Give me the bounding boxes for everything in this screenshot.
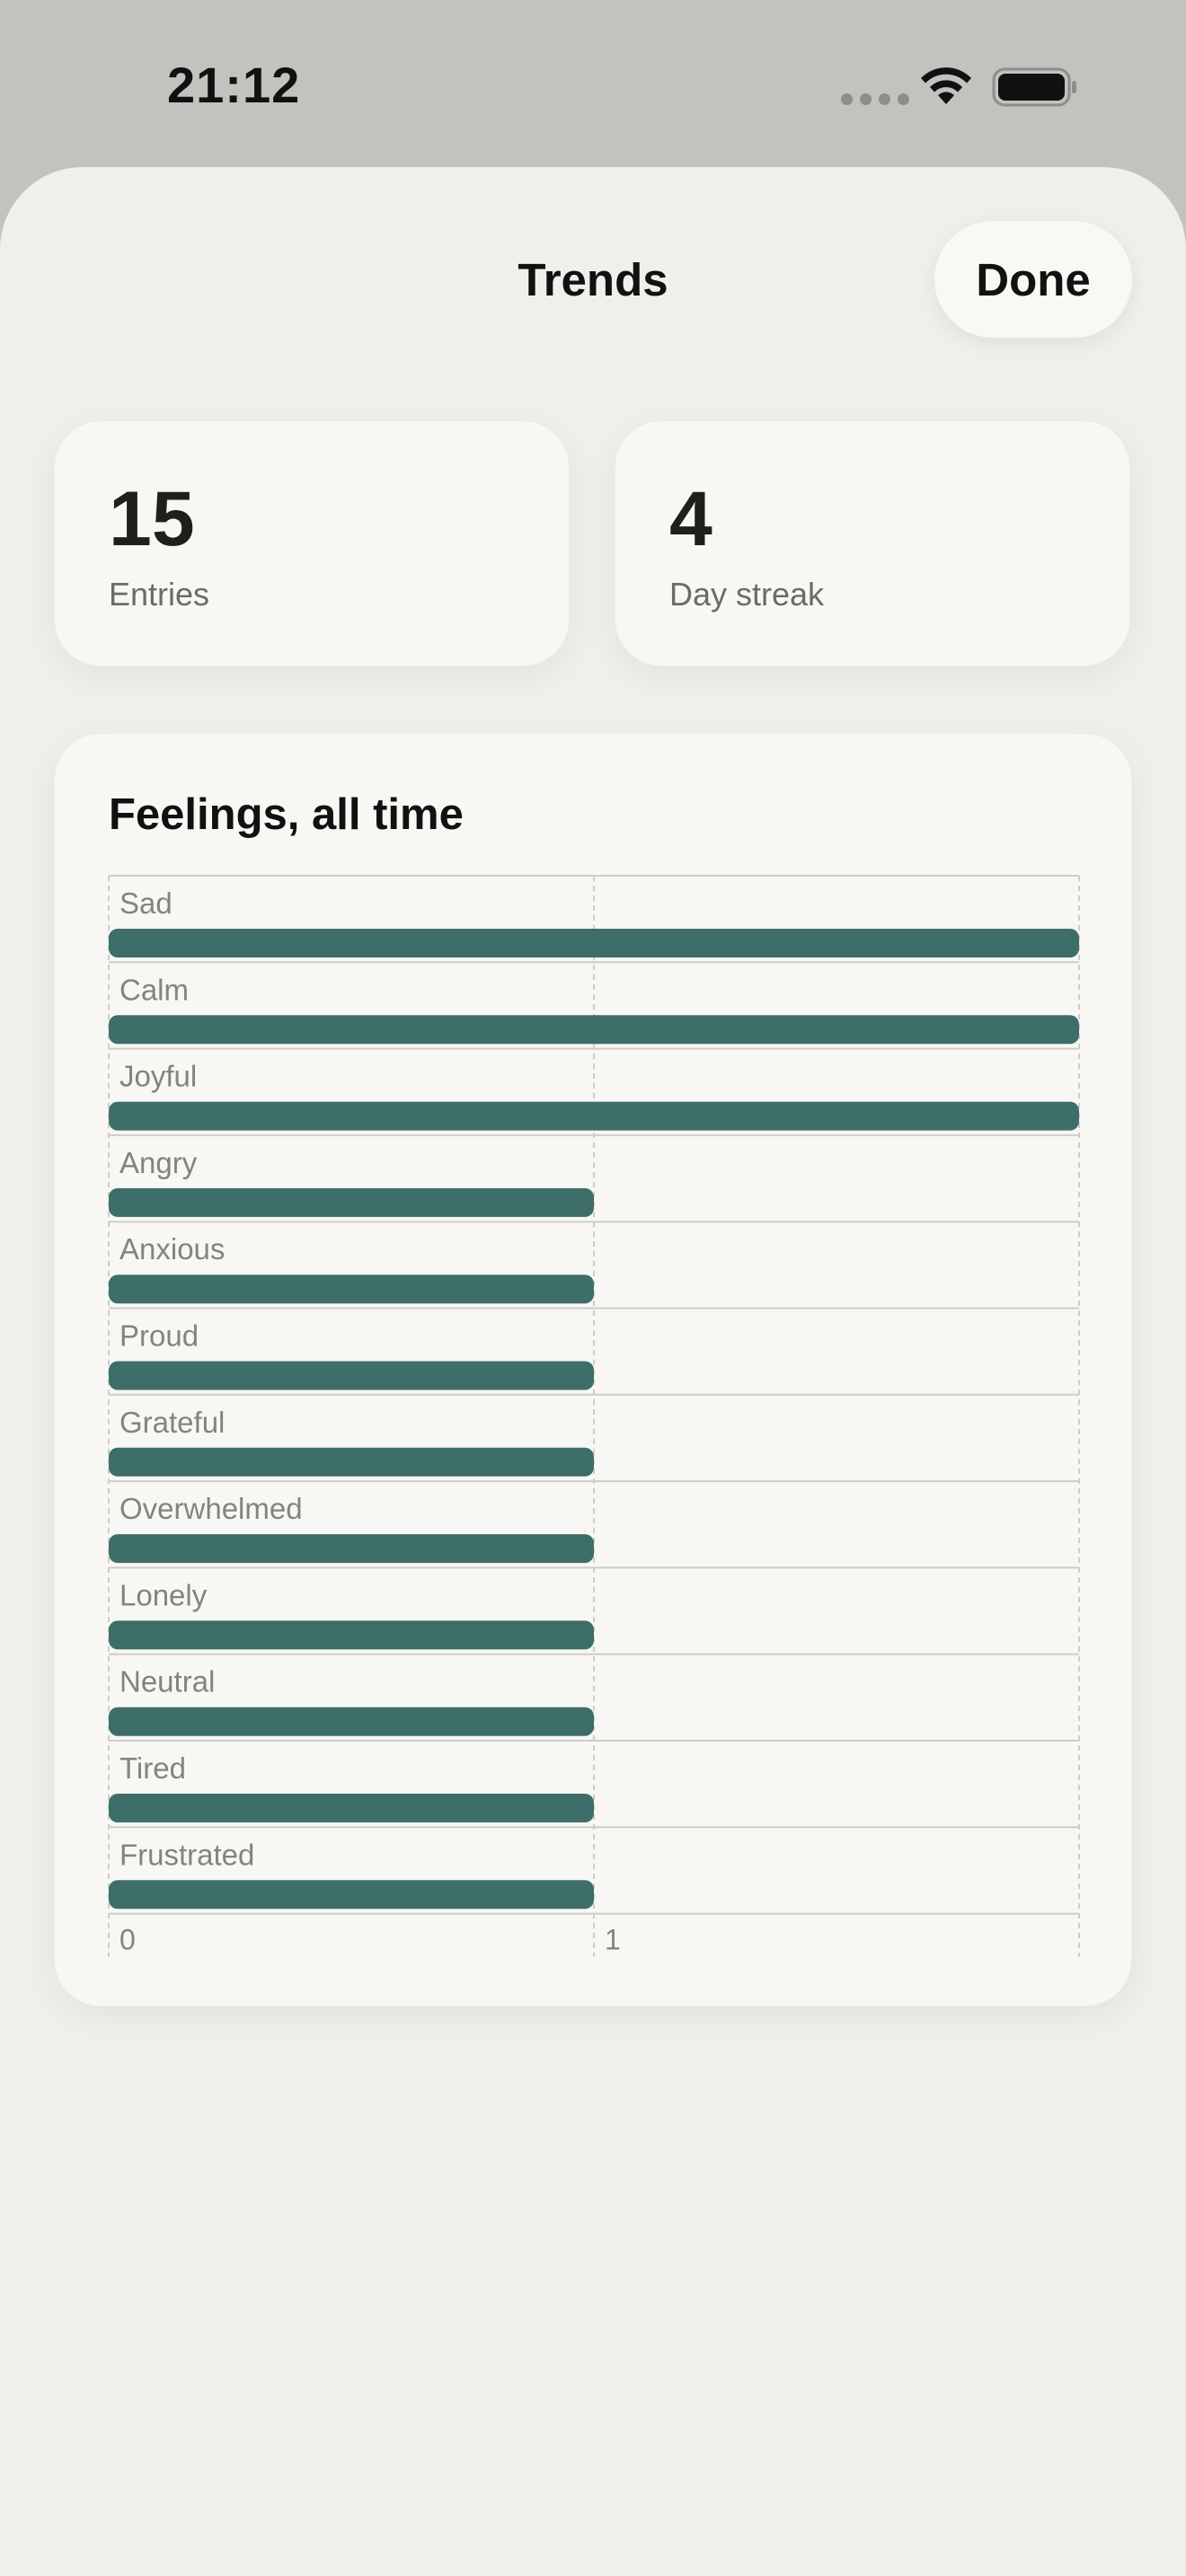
bar-anxious xyxy=(109,1275,594,1304)
entries-count: 15 xyxy=(109,476,195,562)
bar-calm xyxy=(109,1015,1079,1045)
bar-overwhelmed xyxy=(109,1534,594,1564)
status-time: 21:12 xyxy=(167,57,301,113)
category-label: Angry xyxy=(119,1146,198,1179)
category-label: Proud xyxy=(119,1319,199,1353)
bar-tired xyxy=(109,1794,594,1822)
category-label: Joyful xyxy=(119,1060,197,1093)
category-label: Frustrated xyxy=(119,1838,254,1871)
bar-joyful xyxy=(109,1101,1079,1131)
status-bar: 21:12 xyxy=(0,0,1186,171)
day-streak-label: Day streak xyxy=(669,576,825,613)
category-label: Neutral xyxy=(119,1665,215,1698)
battery-icon xyxy=(992,67,1076,107)
bar-frustrated xyxy=(109,1880,594,1910)
bar-angry xyxy=(109,1187,594,1217)
category-label: Lonely xyxy=(119,1578,208,1611)
category-label: Calm xyxy=(119,973,189,1006)
bar-proud xyxy=(109,1361,594,1390)
bar-lonely xyxy=(109,1620,594,1650)
bar-neutral xyxy=(109,1707,594,1736)
cellular-signal-icon xyxy=(841,93,909,105)
entries-label: Entries xyxy=(109,576,210,613)
day-streak-count: 4 xyxy=(669,476,712,562)
done-button[interactable]: Done xyxy=(934,221,1132,338)
feelings-bar-chart: Sad Calm Joyful Angry Anxious Proud Grateful Ov… xyxy=(108,875,1080,1957)
trends-sheet: Trends Done 15 Entries 4 Day streak Feel… xyxy=(0,167,1186,2576)
bar-sad xyxy=(109,929,1079,957)
x-tick-label: 0 xyxy=(119,1924,136,1956)
x-tick-label: 1 xyxy=(605,1924,621,1956)
category-label: Overwhelmed xyxy=(119,1492,303,1525)
category-label: Grateful xyxy=(119,1406,225,1439)
category-label: Sad xyxy=(119,887,173,920)
bar-grateful xyxy=(109,1447,594,1477)
day-streak-card: 4 Day streak xyxy=(615,420,1130,666)
entries-card: 15 Entries xyxy=(54,420,570,666)
category-label: Tired xyxy=(119,1751,186,1785)
feelings-chart-card: Feelings, all time Sad Calm Joyful Angry Anx… xyxy=(54,733,1132,2007)
category-label: Anxious xyxy=(119,1232,225,1266)
wifi-icon xyxy=(921,67,971,104)
